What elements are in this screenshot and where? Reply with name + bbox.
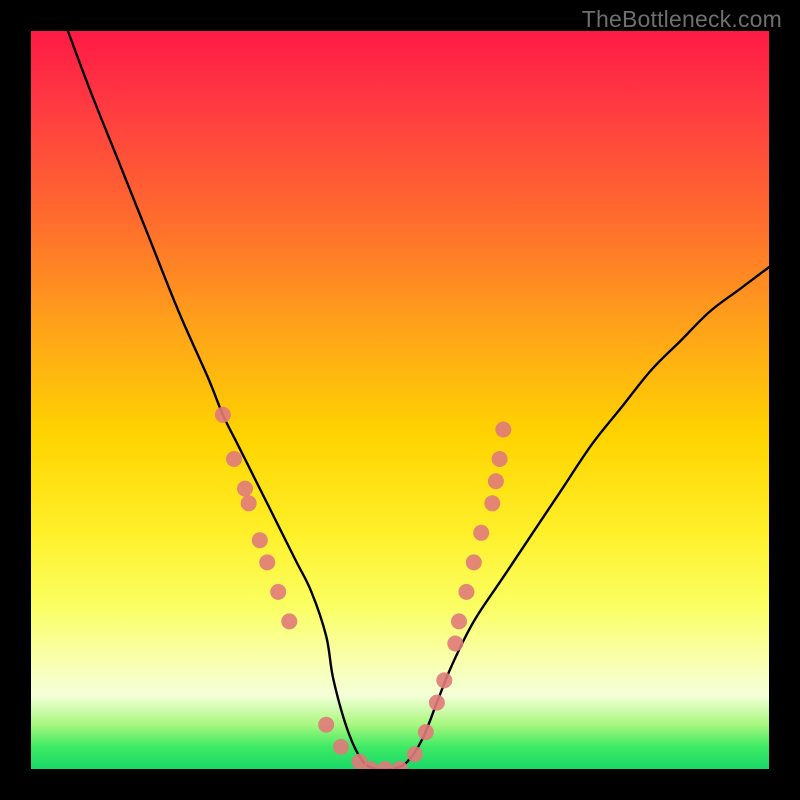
watermark-text: TheBottleneck.com xyxy=(582,6,782,33)
chart-plot-area xyxy=(31,31,769,769)
chart-frame: TheBottleneck.com xyxy=(0,0,800,800)
